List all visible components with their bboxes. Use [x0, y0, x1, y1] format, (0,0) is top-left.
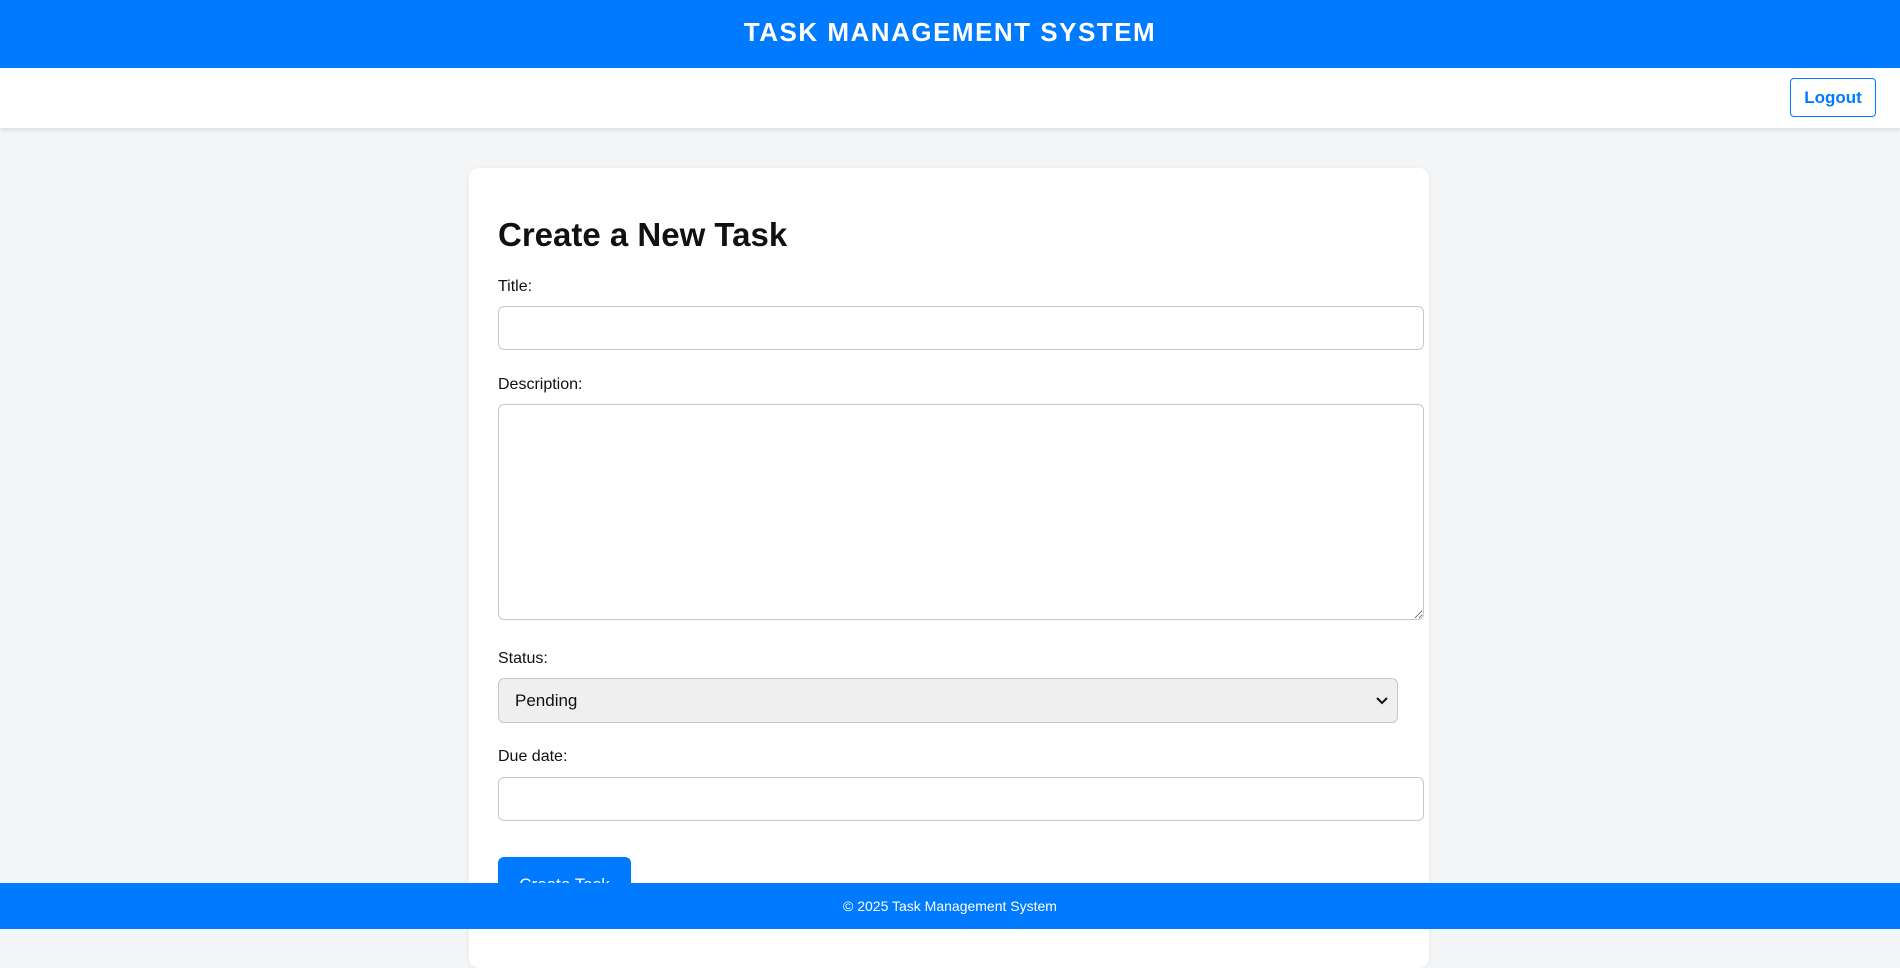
app-footer: © 2025 Task Management System	[0, 883, 1900, 929]
status-label: Status:	[498, 650, 548, 667]
due-date-label: Due date:	[498, 748, 568, 765]
description-label: Description:	[498, 376, 583, 393]
title-input[interactable]	[498, 306, 1424, 350]
status-selected-value: Pending	[515, 690, 578, 710]
chevron-down-icon	[1375, 694, 1389, 708]
description-textarea[interactable]	[498, 404, 1424, 620]
app-header: TASK MANAGEMENT SYSTEM	[0, 0, 1900, 68]
logout-button[interactable]: Logout	[1790, 78, 1876, 117]
page-title: Create a New Task	[498, 216, 788, 253]
nav-bar: Logout	[0, 68, 1900, 128]
footer-copyright: © 2025 Task Management System	[843, 898, 1057, 914]
app-title: TASK MANAGEMENT SYSTEM	[743, 16, 1157, 47]
due-date-input[interactable]	[498, 777, 1424, 821]
status-select[interactable]: Pending	[498, 678, 1398, 723]
title-label: Title:	[498, 278, 533, 295]
create-task-card: Create a New Task Title: Description: St…	[469, 168, 1429, 968]
